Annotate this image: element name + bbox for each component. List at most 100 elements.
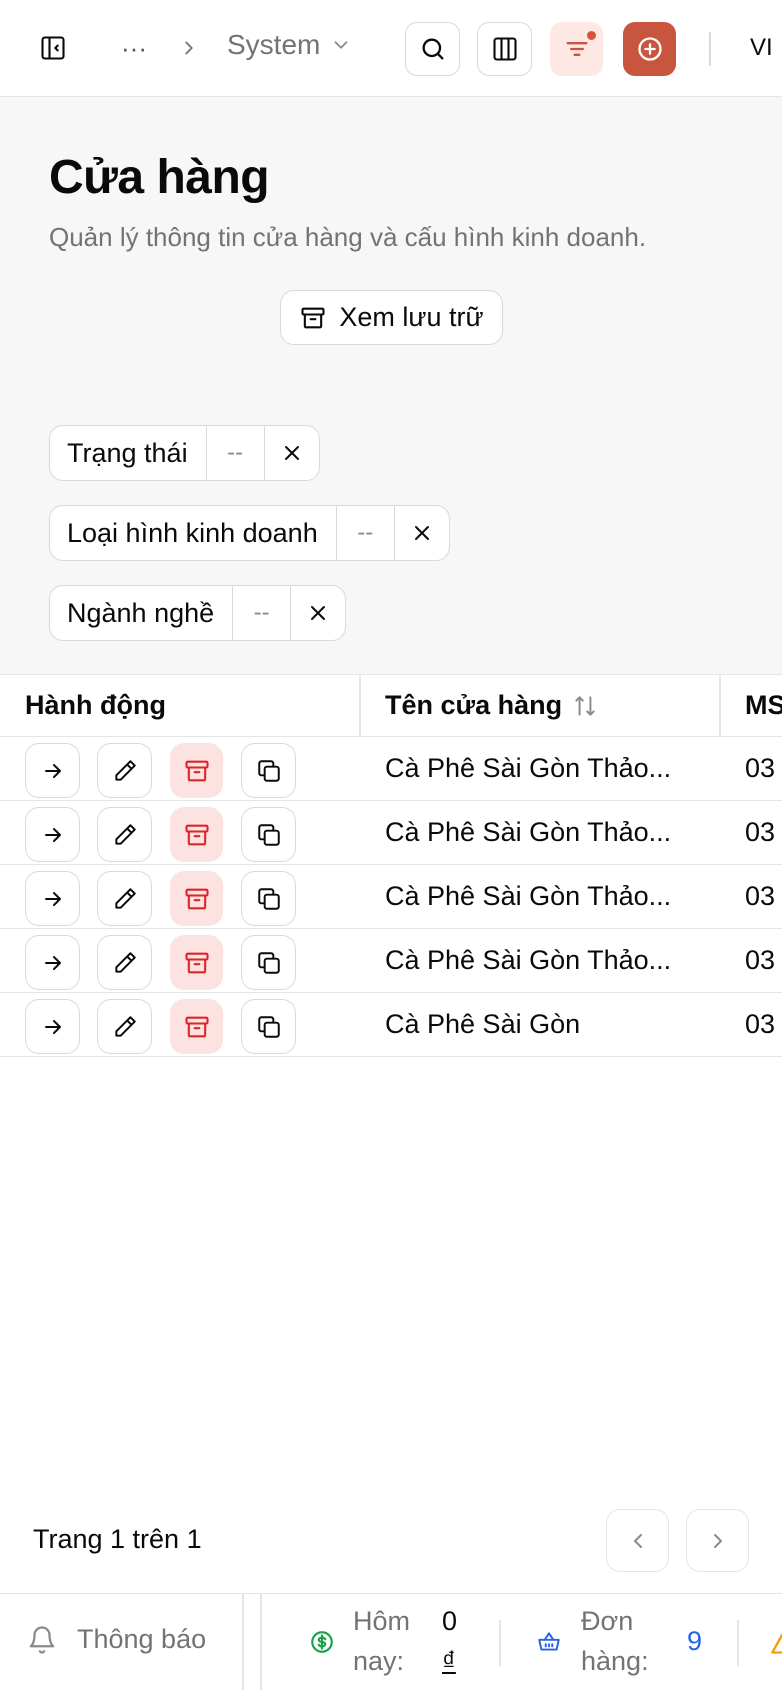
filter-industry[interactable]: Ngành nghề -- bbox=[49, 585, 347, 641]
filter-button[interactable] bbox=[550, 22, 603, 76]
pencil-icon bbox=[114, 823, 136, 845]
archive-button[interactable] bbox=[170, 871, 223, 926]
notifications-button[interactable]: Thông báo bbox=[27, 1624, 206, 1655]
store-name-cell[interactable]: Cà Phê Sài Gòn Thảo... bbox=[385, 929, 671, 991]
column-header-store-name[interactable]: Tên cửa hàng bbox=[385, 675, 598, 736]
store-name-cell[interactable]: Cà Phê Sài Gòn bbox=[385, 993, 580, 1055]
archive-button[interactable] bbox=[170, 807, 223, 862]
copy-icon bbox=[257, 759, 280, 782]
sidebar-toggle-button[interactable] bbox=[36, 31, 70, 65]
status-footer: Thông báo Hôm nay: 0 ₫ Đơn hàng: 9 bbox=[0, 1593, 782, 1690]
duplicate-button[interactable] bbox=[241, 871, 296, 926]
pagination-info: Trang 1 trên 1 bbox=[33, 1524, 202, 1554]
breadcrumb-separator bbox=[174, 32, 204, 64]
copy-icon bbox=[257, 823, 280, 846]
view-button[interactable] bbox=[25, 871, 80, 926]
footer-divider bbox=[499, 1620, 501, 1666]
page-title: Cửa hàng bbox=[49, 151, 270, 204]
copy-icon bbox=[257, 887, 280, 910]
warning-icon bbox=[771, 1632, 782, 1654]
edit-button[interactable] bbox=[97, 871, 152, 926]
archive-icon bbox=[184, 1016, 209, 1037]
column-header-ms: MS bbox=[745, 690, 782, 720]
pencil-icon bbox=[114, 1015, 136, 1037]
chevron-left-icon bbox=[633, 1533, 642, 1548]
language-selector[interactable]: VI bbox=[750, 34, 773, 62]
footer-divider bbox=[737, 1620, 739, 1666]
ms-cell: 03 bbox=[745, 944, 776, 975]
close-icon bbox=[311, 606, 326, 620]
duplicate-button[interactable] bbox=[241, 935, 296, 990]
table-row: Cà Phê Sài Gòn Thảo... 03 bbox=[0, 929, 782, 993]
edit-button[interactable] bbox=[97, 807, 152, 862]
columns-icon bbox=[492, 37, 517, 61]
column-header-actions: Hành động bbox=[25, 690, 166, 720]
filter-value[interactable]: -- bbox=[205, 426, 264, 480]
ms-cell: 03 bbox=[745, 816, 776, 847]
duplicate-button[interactable] bbox=[241, 999, 296, 1054]
active-filter-dot bbox=[585, 29, 598, 42]
view-button[interactable] bbox=[25, 935, 80, 990]
chevron-down-icon bbox=[334, 41, 348, 49]
edit-button[interactable] bbox=[97, 935, 152, 990]
arrow-right-icon bbox=[44, 891, 61, 906]
archive-icon bbox=[184, 760, 209, 781]
archive-button[interactable] bbox=[170, 743, 223, 798]
search-button[interactable] bbox=[405, 22, 460, 76]
sort-icon bbox=[575, 695, 595, 716]
duplicate-button[interactable] bbox=[241, 807, 296, 862]
ms-cell: 03 bbox=[745, 880, 776, 911]
filter-label: Loại hình kinh doanh bbox=[67, 517, 318, 548]
plus-circle-icon bbox=[637, 37, 662, 61]
store-name-cell[interactable]: Cà Phê Sài Gòn Thảo... bbox=[385, 801, 671, 863]
archive-button[interactable] bbox=[170, 935, 223, 990]
ms-cell: 03 bbox=[745, 752, 776, 783]
chevron-right-icon bbox=[713, 1533, 722, 1548]
filter-value[interactable]: -- bbox=[335, 506, 394, 560]
store-name-cell[interactable]: Cà Phê Sài Gòn Thảo... bbox=[385, 737, 671, 799]
table-row: Cà Phê Sài Gòn 03 bbox=[0, 993, 782, 1057]
table-header: Hành động Tên cửa hàng MS bbox=[0, 674, 782, 737]
close-icon bbox=[414, 526, 429, 540]
view-button[interactable] bbox=[25, 999, 80, 1054]
breadcrumb-system[interactable]: System bbox=[227, 29, 352, 61]
topbar-divider bbox=[709, 32, 711, 66]
breadcrumb-more[interactable]: ··· bbox=[116, 30, 152, 66]
next-page-button[interactable] bbox=[686, 1509, 749, 1572]
filter-status[interactable]: Trạng thái -- bbox=[49, 425, 320, 481]
close-icon bbox=[284, 446, 299, 460]
archive-icon bbox=[184, 888, 209, 909]
filter-value[interactable]: -- bbox=[232, 586, 290, 640]
view-button[interactable] bbox=[25, 743, 80, 798]
dollar-circle-icon bbox=[311, 1631, 333, 1653]
edit-button[interactable] bbox=[97, 743, 152, 798]
column-header-label: Tên cửa hàng bbox=[385, 690, 563, 720]
prev-page-button[interactable] bbox=[606, 1509, 669, 1572]
arrow-right-icon bbox=[44, 955, 61, 970]
filter-business-type[interactable]: Loại hình kinh doanh -- bbox=[49, 505, 450, 561]
archive-icon bbox=[184, 952, 209, 973]
search-icon bbox=[422, 38, 443, 60]
view-button[interactable] bbox=[25, 807, 80, 862]
basket-icon bbox=[538, 1632, 560, 1651]
store-name-cell[interactable]: Cà Phê Sài Gòn Thảo... bbox=[385, 865, 671, 927]
add-button[interactable] bbox=[623, 22, 676, 76]
top-bar: ··· System VI bbox=[0, 0, 782, 97]
pencil-icon bbox=[114, 759, 136, 781]
filter-clear-button[interactable] bbox=[290, 586, 345, 640]
arrow-right-icon bbox=[44, 763, 61, 778]
filter-clear-button[interactable] bbox=[393, 506, 449, 560]
filter-label: Trạng thái bbox=[67, 437, 188, 468]
copy-icon bbox=[257, 1015, 280, 1038]
notifications-label: Thông báo bbox=[77, 1624, 207, 1654]
archive-button[interactable] bbox=[170, 999, 223, 1054]
edit-button[interactable] bbox=[97, 999, 152, 1054]
columns-button[interactable] bbox=[477, 22, 532, 76]
view-archive-button[interactable]: Xem lưu trữ bbox=[280, 290, 503, 345]
duplicate-button[interactable] bbox=[241, 743, 296, 798]
table-row: Cà Phê Sài Gòn Thảo... 03 bbox=[0, 865, 782, 929]
filter-clear-button[interactable] bbox=[263, 426, 319, 480]
orders-value: 9 bbox=[687, 1626, 703, 1656]
breadcrumb-current: System bbox=[227, 29, 321, 60]
table-row: Cà Phê Sài Gòn Thảo... 03 bbox=[0, 737, 782, 801]
